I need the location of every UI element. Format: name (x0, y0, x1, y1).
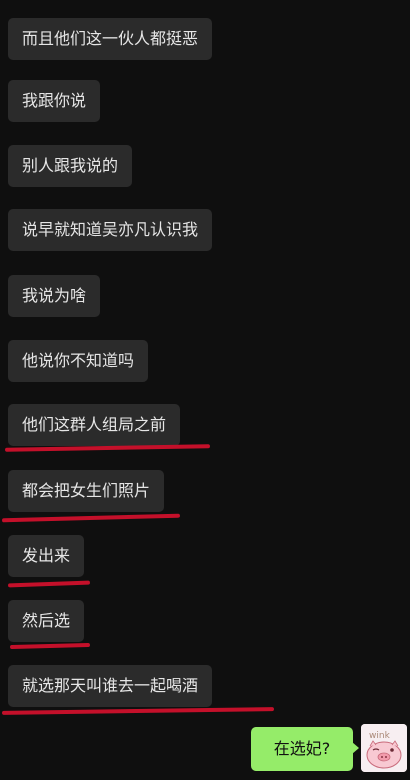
avatar[interactable]: wink (361, 724, 407, 772)
red-underline (1, 707, 275, 715)
outgoing-message-bubble[interactable]: 在选妃? (251, 727, 359, 771)
pig-sticker-icon: wink (361, 724, 407, 772)
incoming-message-bubble[interactable]: 我说为啥 (8, 275, 101, 317)
sticker-text: wink (369, 731, 391, 741)
incoming-message-bubble[interactable]: 就选那天叫谁去一起喝酒 (8, 665, 213, 707)
incoming-message-bubble[interactable]: 而且他们这一伙人都挺恶 (8, 18, 213, 60)
chat-window: 而且他们这一伙人都挺恶 我跟你说 别人跟我说的 说早就知道吴亦凡认识我 我说为啥… (0, 0, 410, 780)
incoming-message-bubble[interactable]: 发出来 (8, 535, 85, 577)
red-underline (7, 580, 91, 588)
incoming-message-bubble[interactable]: 他们这群人组局之前 (8, 404, 181, 446)
red-underline (1, 513, 181, 523)
incoming-message-bubble[interactable]: 他说你不知道吗 (8, 340, 149, 382)
incoming-message-bubble[interactable]: 别人跟我说的 (8, 145, 133, 187)
red-underline (9, 642, 91, 650)
incoming-message-bubble[interactable]: 都会把女生们照片 (8, 470, 165, 512)
incoming-message-bubble[interactable]: 然后选 (8, 600, 85, 642)
incoming-message-bubble[interactable]: 我跟你说 (8, 80, 101, 122)
incoming-message-bubble[interactable]: 说早就知道吴亦凡认识我 (8, 209, 213, 251)
